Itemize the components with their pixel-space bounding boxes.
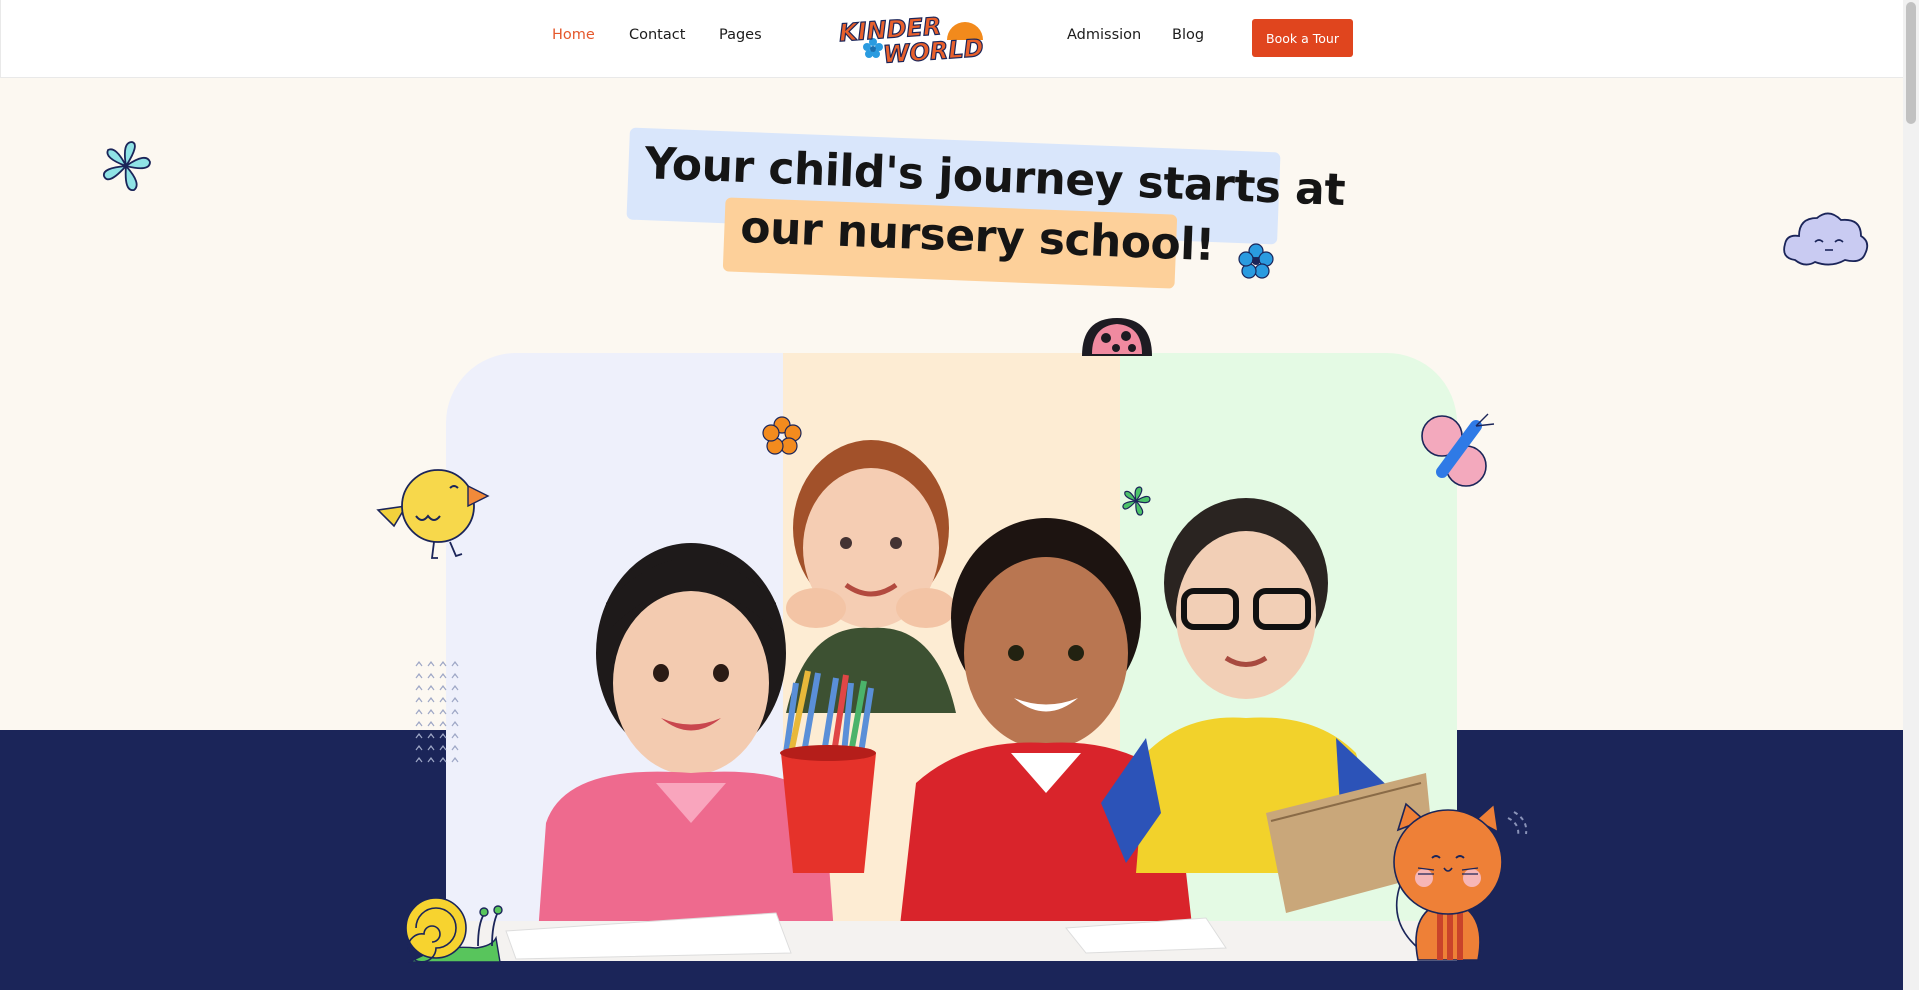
butterfly-icon [1421, 413, 1495, 487]
children-illustration [446, 440, 1457, 961]
book-tour-button[interactable]: Book a Tour [1252, 19, 1353, 57]
site-logo[interactable]: KINDER WORLD [835, 10, 991, 69]
ladybug-icon [1082, 318, 1152, 356]
orange-flower-icon [762, 416, 802, 455]
green-flower-icon [1122, 486, 1151, 516]
child-boy-middle [786, 440, 956, 713]
logo-graphic: KINDER WORLD [838, 11, 987, 69]
blue-flower-icon [1238, 243, 1274, 279]
cat-icon [1393, 802, 1528, 961]
snail-icon [405, 897, 503, 963]
child-boy-center [896, 518, 1196, 961]
hero-photo [446, 353, 1457, 961]
nav-pages-link[interactable]: Pages [719, 27, 762, 43]
nav-contact-link[interactable]: Contact [629, 27, 685, 43]
scrollbar-thumb[interactable] [1906, 2, 1916, 124]
flower-icon [103, 141, 151, 191]
cloud-icon [1783, 212, 1869, 266]
nav-blog-link[interactable]: Blog [1172, 27, 1204, 43]
nav-home-link[interactable]: Home [552, 27, 595, 43]
site-header: Home Contact Pages KINDER WORLD Admissio… [0, 0, 1903, 78]
bird-icon [376, 469, 490, 559]
page-scrollbar[interactable] [1903, 0, 1919, 990]
nav-admission-link[interactable]: Admission [1067, 27, 1141, 43]
dot-pattern [415, 661, 459, 763]
